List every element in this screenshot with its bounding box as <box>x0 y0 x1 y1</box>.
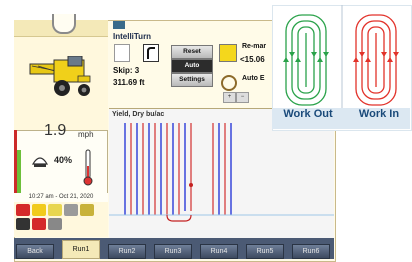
header-notch <box>52 14 76 34</box>
tool-icon[interactable] <box>64 204 78 216</box>
dgps-icon[interactable] <box>16 218 30 230</box>
thermometer-icon <box>83 149 93 186</box>
tab-run6[interactable]: Run6 <box>292 244 330 259</box>
vt-icon[interactable] <box>80 204 94 216</box>
intelliturn-option-box[interactable] <box>114 44 130 62</box>
tab-run5[interactable]: Run5 <box>246 244 284 259</box>
reset-button[interactable]: Reset <box>171 45 213 59</box>
auto-end-label: Auto E <box>242 75 265 82</box>
turn-arrow-icon <box>147 47 155 59</box>
header-icon[interactable] <box>32 204 46 216</box>
tab-run1[interactable]: Run1 <box>62 240 100 259</box>
map-header: Yield, Dry bu/ac <box>112 111 165 118</box>
status-icon-grid <box>14 203 108 231</box>
settings-button[interactable]: Settings <box>171 73 213 87</box>
combine-harvester-icon <box>29 56 91 96</box>
tab-run2[interactable]: Run2 <box>108 244 146 259</box>
map-tab-icon[interactable] <box>113 21 125 29</box>
work-out-label: Work Out <box>283 108 333 120</box>
camera-icon[interactable] <box>48 218 62 230</box>
header-strip <box>14 14 108 37</box>
skip-value: Skip: 3 <box>113 66 140 75</box>
work-pattern-diagram <box>283 5 399 109</box>
load-gauge-icon <box>31 157 49 167</box>
coverage-map <box>109 123 334 222</box>
speed-value: 1.9 <box>44 122 67 139</box>
datetime: 10:27 am - Oct 21, 2020 <box>14 193 108 202</box>
tab-run3[interactable]: Run3 <box>154 244 192 259</box>
zoom-out-button[interactable]: − <box>236 92 249 103</box>
auto-end-icon[interactable] <box>221 75 237 91</box>
grain-tank-icon[interactable] <box>48 204 62 216</box>
intelliturn-title: IntelliTurn <box>113 32 152 41</box>
zoom-in-button[interactable]: + <box>223 92 236 103</box>
distance-value: 311.69 ft <box>113 78 145 87</box>
load-percent: 40% <box>54 155 73 165</box>
speed-unit: mph <box>78 130 94 139</box>
back-button[interactable]: Back <box>16 244 54 259</box>
turn-pattern-button[interactable] <box>143 44 159 62</box>
alarm-icon[interactable] <box>16 204 30 216</box>
tab-run4[interactable]: Run4 <box>200 244 238 259</box>
remark-icon[interactable] <box>219 44 237 62</box>
remark-label: Re-mar <box>242 43 267 50</box>
status-bar-green <box>17 150 21 194</box>
work-in-label: Work In <box>358 108 400 120</box>
remark-value: <15.06 <box>240 55 265 64</box>
steering-icon[interactable] <box>32 218 46 230</box>
auto-button[interactable]: Auto <box>171 59 213 73</box>
